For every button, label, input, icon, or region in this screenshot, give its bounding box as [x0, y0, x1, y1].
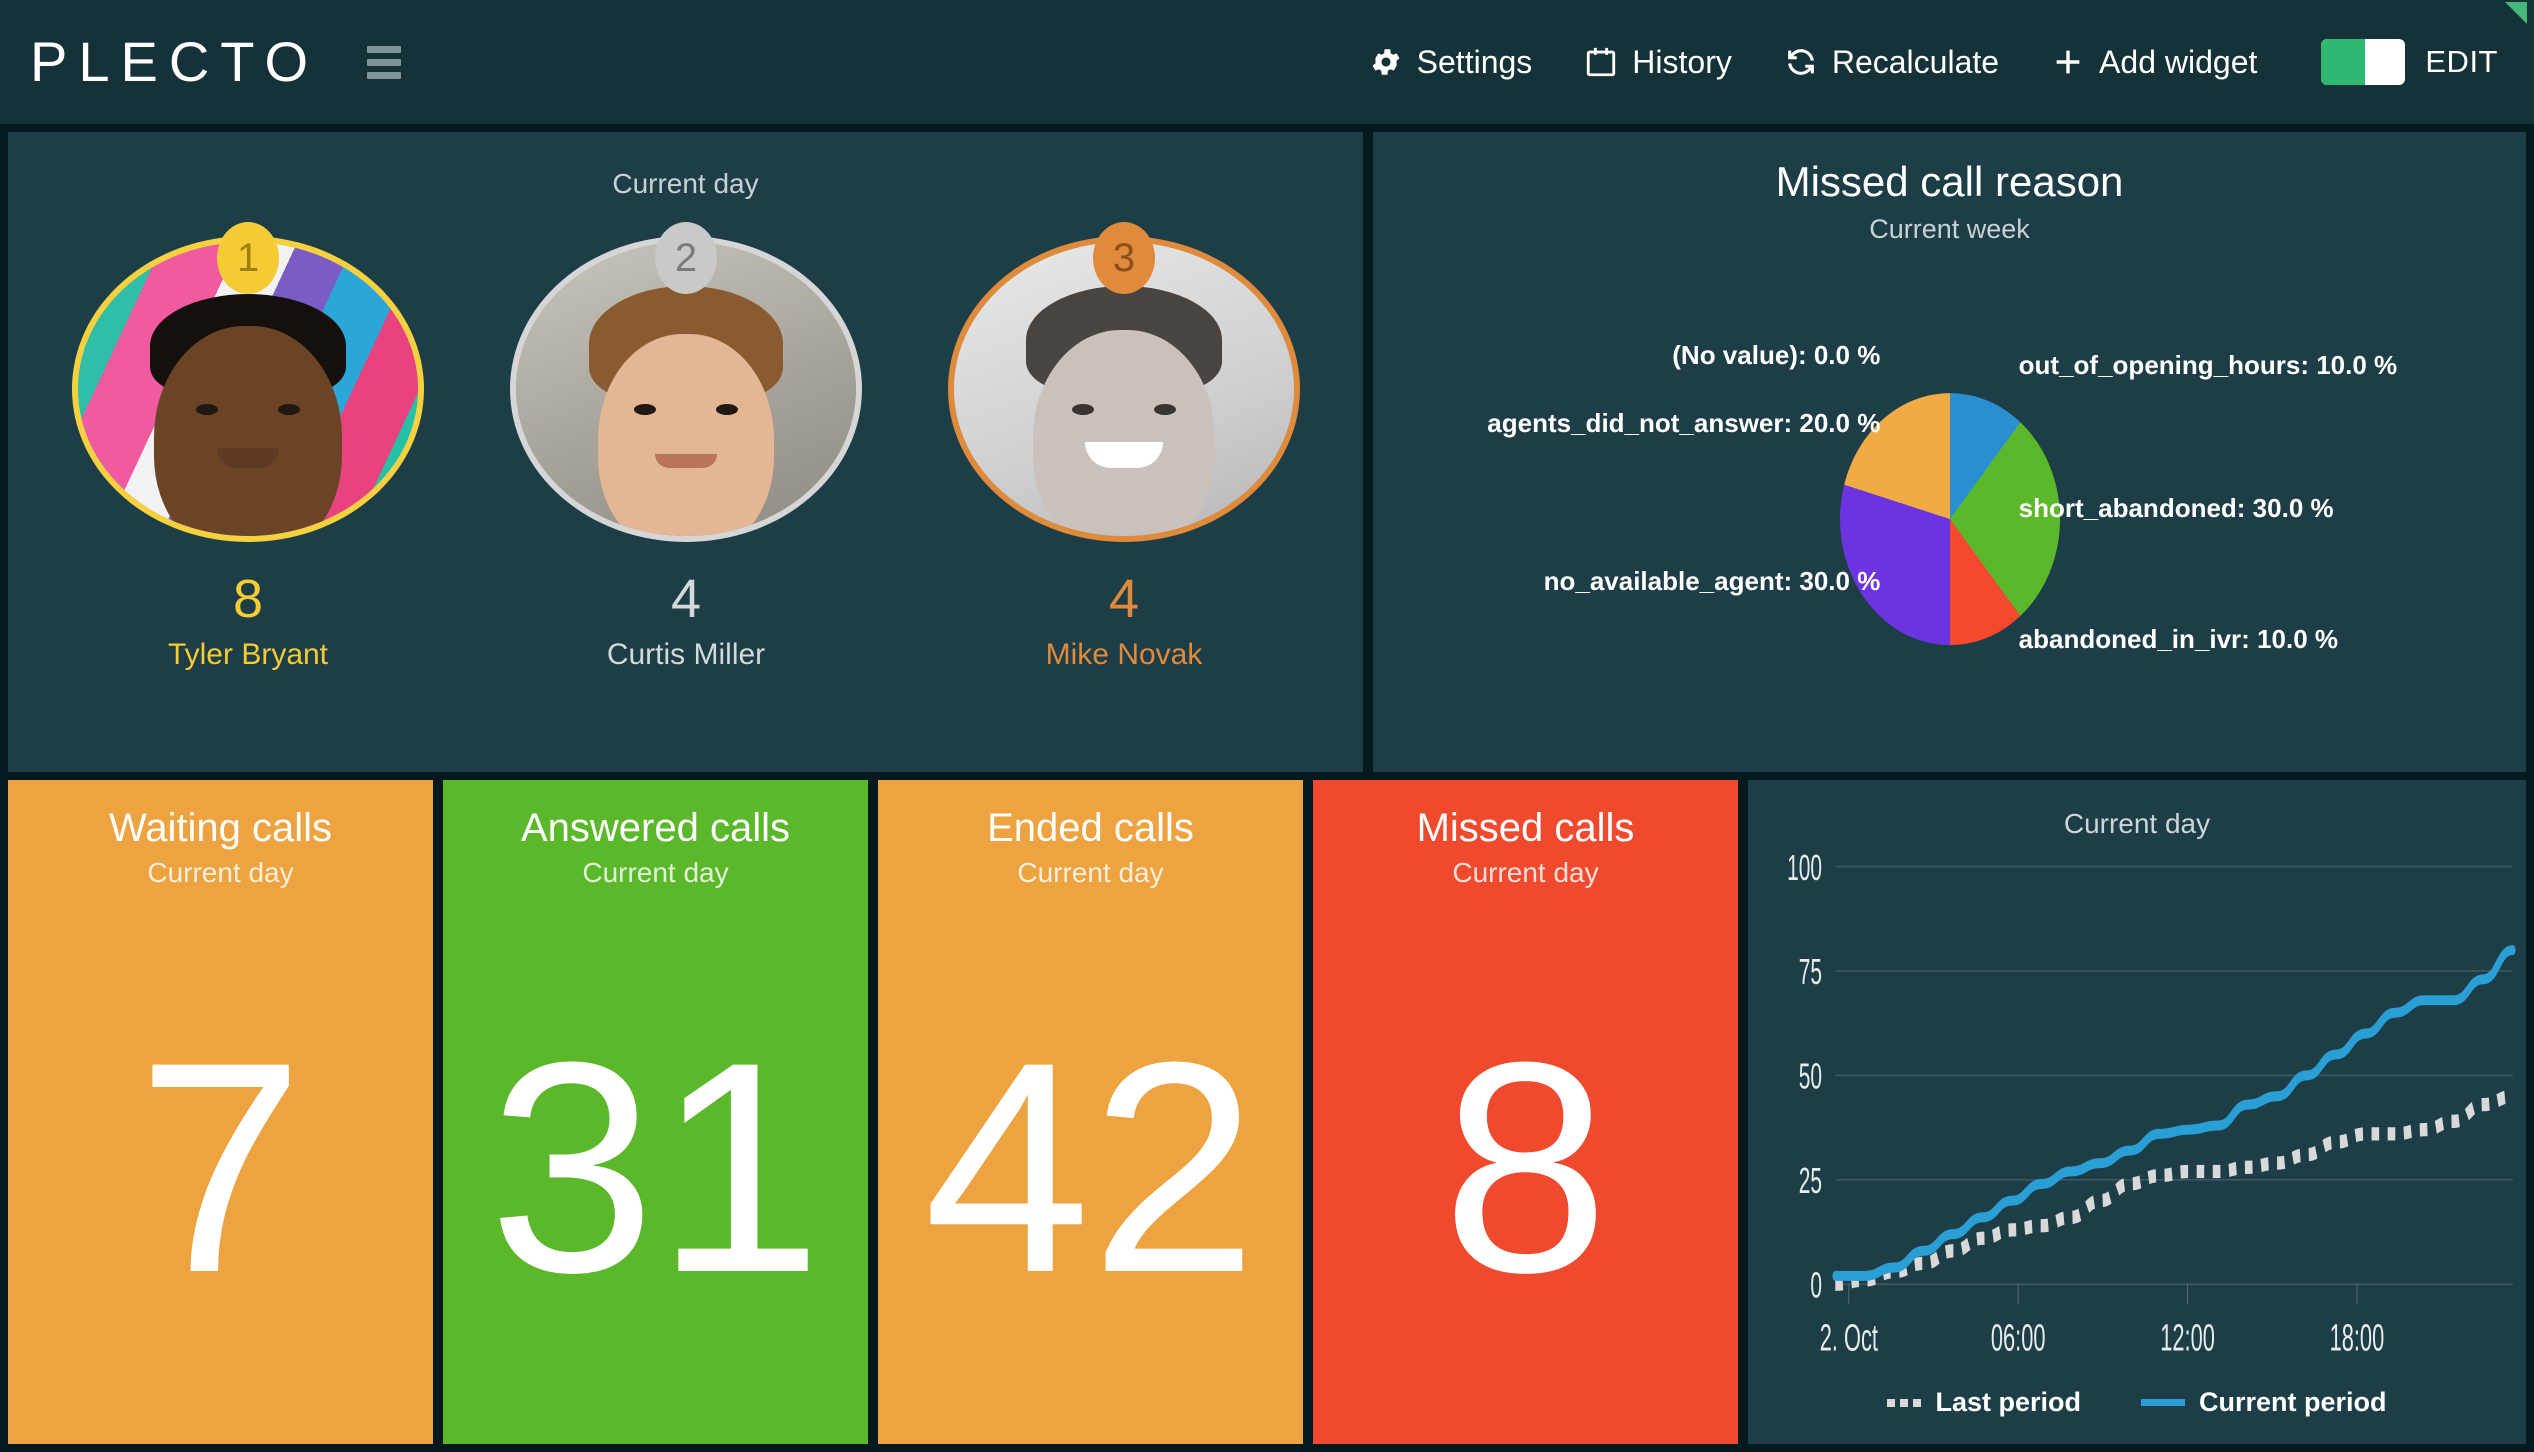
leaderboard-entry[interactable]: 2 4 Curtis Miller	[506, 222, 866, 672]
top-header: PLECTO Settings History Recalculate Add …	[0, 0, 2534, 124]
leaderboard-widget[interactable]: Current day 1 8 Tyler Bryant 2 4 Curtis …	[8, 132, 1363, 772]
chart-period: Current day	[2063, 808, 2211, 839]
svg-text:2. Oct: 2. Oct	[1820, 1316, 1878, 1359]
rank-badge: 1	[217, 222, 279, 294]
kpi-title: Ended calls	[987, 806, 1194, 850]
legend-label: Last period	[1935, 1387, 2081, 1417]
leaderboard-entry[interactable]: 3 4 Mike Novak	[944, 222, 1304, 672]
hamburger-bar	[367, 58, 402, 66]
leaderboard-name: Mike Novak	[1045, 638, 1203, 671]
edit-toggle[interactable]	[2321, 39, 2406, 85]
pie-period: Current week	[1869, 214, 2030, 244]
kpi-value: 7	[137, 998, 304, 1335]
logo-arrow-icon	[2505, 2, 2527, 24]
recalculate-button[interactable]: Recalculate	[1784, 44, 1999, 81]
chart-plot-area: 0 25 50 75 100 2. Oct 06:00 12:00 18:00	[1748, 840, 2526, 1387]
calendar-icon	[1584, 45, 1618, 79]
dashboard-row-bottom: Waiting calls Current day 7 Answered cal…	[8, 780, 2526, 1444]
kpi-value: 42	[923, 998, 1258, 1335]
header-actions: Settings History Recalculate Add widget …	[1369, 39, 2498, 85]
legend-label: Current period	[2199, 1387, 2387, 1417]
pie-label-abandoned-in-ivr: abandoned_in_ivr: 10.0 %	[2018, 624, 2338, 655]
kpi-waiting-calls[interactable]: Waiting calls Current day 7	[8, 780, 433, 1444]
add-widget-button[interactable]: Add widget	[2051, 44, 2257, 81]
dotted-line-icon	[1887, 1398, 1922, 1407]
edit-label: EDIT	[2425, 44, 2498, 79]
pie-title: Missed call reason	[1775, 158, 2124, 205]
kpi-period: Current day	[1452, 857, 1599, 888]
pie-label-short-abandoned: short_abandoned: 30.0 %	[2018, 492, 2334, 523]
avatar-container: 2	[506, 222, 866, 546]
dashboard-row-top: Current day 1 8 Tyler Bryant 2 4 Curtis …	[8, 132, 2526, 772]
pie-label-no-value: (No value): 0.0 %	[1672, 339, 1881, 370]
hamburger-bar	[367, 45, 402, 53]
logo[interactable]: PLECTO	[30, 2, 2527, 93]
rank-badge: 3	[1093, 222, 1155, 294]
history-button[interactable]: History	[1584, 44, 1732, 81]
hamburger-bar	[367, 71, 402, 79]
gear-icon	[1369, 45, 1403, 79]
svg-text:06:00: 06:00	[1991, 1316, 2046, 1359]
kpi-missed-calls[interactable]: Missed calls Current day 8	[1313, 780, 1738, 1444]
hamburger-icon[interactable]	[367, 45, 402, 79]
kpi-title: Missed calls	[1416, 806, 1635, 850]
kpi-period: Current day	[147, 857, 294, 888]
leaderboard-name: Tyler Bryant	[167, 638, 329, 671]
avatar-container: 1	[68, 222, 428, 546]
kpi-period: Current day	[582, 857, 729, 888]
kpi-answered-calls[interactable]: Answered calls Current day 31	[443, 780, 868, 1444]
chart-legend: Last period Current period	[1748, 1387, 2526, 1444]
svg-text:0: 0	[1810, 1266, 1822, 1307]
legend-current-period[interactable]: Current period	[2141, 1387, 2387, 1418]
kpi-title: Answered calls	[520, 806, 790, 850]
recalculate-label: Recalculate	[1831, 43, 2000, 80]
rank-badge: 2	[655, 222, 717, 294]
pie-chart-area: (No value): 0.0 % agents_did_not_answer:…	[1373, 245, 2526, 772]
refresh-icon	[1784, 45, 1818, 79]
leaderboard-score: 4	[670, 569, 702, 629]
svg-text:50: 50	[1799, 1057, 1822, 1098]
svg-text:25: 25	[1799, 1161, 1822, 1202]
avatar-container: 3	[944, 222, 1304, 546]
svg-text:18:00: 18:00	[2330, 1316, 2385, 1359]
svg-text:12:00: 12:00	[2160, 1316, 2215, 1359]
kpi-value: 8	[1442, 998, 1609, 1335]
plus-icon	[2051, 45, 2085, 79]
leaderboard-period: Current day	[612, 168, 759, 199]
kpi-ended-calls[interactable]: Ended calls Current day 42	[878, 780, 1303, 1444]
svg-text:100: 100	[1787, 848, 1822, 889]
kpi-value: 31	[488, 998, 823, 1335]
kpi-period: Current day	[1017, 857, 1164, 888]
legend-last-period[interactable]: Last period	[1887, 1387, 2081, 1418]
leaderboard-list: 1 8 Tyler Bryant 2 4 Curtis Miller 3 4 M…	[8, 200, 1363, 772]
pie-label-agents-did-not-answer: agents_did_not_answer: 20.0 %	[1487, 408, 1881, 439]
leaderboard-score: 8	[232, 569, 264, 629]
svg-text:75: 75	[1799, 952, 1822, 993]
settings-button[interactable]: Settings	[1369, 43, 1533, 81]
line-chart-svg: 0 25 50 75 100 2. Oct 06:00 12:00 18:00	[1787, 848, 2516, 1359]
missed-call-reason-widget[interactable]: Missed call reason Current week (No valu…	[1373, 132, 2526, 772]
pie-label-no-available-agent: no_available_agent: 30.0 %	[1543, 566, 1881, 597]
calls-trend-widget[interactable]: Current day 0 25 50 75 100 2. Oct 06:00 12:00 18…	[1748, 780, 2526, 1444]
edit-mode-group: EDIT	[2321, 39, 2498, 85]
dashboard-grid: Current day 1 8 Tyler Bryant 2 4 Curtis …	[0, 124, 2534, 1452]
settings-label: Settings	[1416, 43, 1533, 80]
leaderboard-score: 4	[1108, 569, 1140, 629]
add-widget-label: Add widget	[2099, 43, 2258, 80]
leaderboard-name: Curtis Miller	[606, 638, 766, 671]
logo-text: PLECTO	[30, 30, 320, 93]
leaderboard-entry[interactable]: 1 8 Tyler Bryant	[68, 222, 428, 672]
solid-line-icon	[2141, 1399, 2185, 1406]
kpi-title: Waiting calls	[108, 806, 333, 850]
history-label: History	[1632, 43, 1732, 80]
pie-label-out-of-opening-hours: out_of_opening_hours: 10.0 %	[2018, 350, 2398, 381]
